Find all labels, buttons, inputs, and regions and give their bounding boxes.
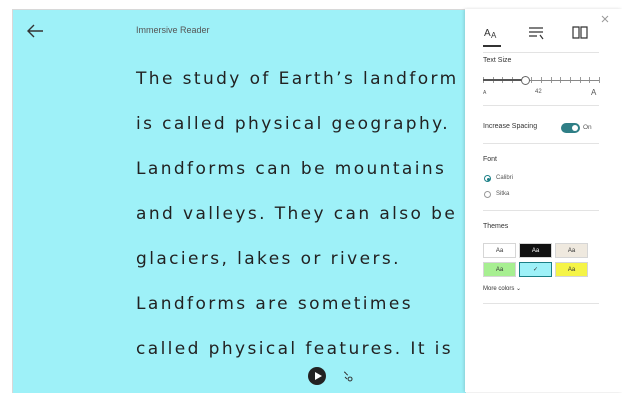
theme-swatch[interactable]: Aa [555, 243, 588, 258]
reader-title: Immersive Reader [136, 25, 210, 35]
text-line: Landforms are sometimes [136, 294, 413, 314]
text-line: is called physical geography. [136, 114, 450, 134]
slider-thumb[interactable] [520, 76, 530, 85]
voice-settings-icon[interactable] [341, 369, 355, 383]
divider [483, 105, 599, 106]
font-option-sitka[interactable]: Sitka [496, 191, 509, 197]
text-line: and valleys. They can also be [136, 204, 458, 224]
theme-swatch[interactable]: Aa [483, 262, 516, 277]
play-button[interactable] [308, 367, 326, 385]
reading-preferences-icon[interactable] [571, 23, 589, 43]
theme-swatch[interactable]: Aa [555, 262, 588, 277]
small-text-size-label: A [483, 90, 487, 96]
grammar-options-icon[interactable] [528, 23, 546, 43]
increase-spacing-label: Increase Spacing [483, 123, 538, 130]
text-line: called physical features. It is [136, 339, 454, 359]
close-icon[interactable] [600, 14, 610, 24]
settings-tabs: AA [483, 23, 593, 49]
text-size-value: 42 [535, 89, 542, 95]
text-line: glaciers, lakes or rivers. [136, 249, 401, 269]
divider [483, 303, 599, 304]
text-size-label: Text Size [483, 57, 512, 64]
large-text-size-label: A [591, 88, 597, 97]
svg-text:A: A [484, 28, 491, 39]
divider [483, 52, 599, 53]
theme-swatch[interactable]: Aa [519, 243, 552, 258]
playback-bar [308, 367, 368, 387]
slider-tick [599, 77, 600, 83]
more-colors-link[interactable]: More colors ⌄ [483, 285, 521, 292]
slider-fill [483, 79, 525, 81]
theme-swatch-selected[interactable]: ✓ [519, 262, 552, 277]
text-preferences-icon[interactable]: AA [483, 23, 501, 47]
text-line: Landforms can be mountains [136, 159, 447, 179]
svg-text:A: A [491, 31, 497, 40]
font-label: Font [483, 156, 498, 163]
text-line: The study of Earth’s landform [136, 69, 459, 89]
more-colors-label: More colors [483, 286, 515, 292]
reader-text: The study of Earth’s landform is called … [136, 65, 459, 380]
settings-panel: AA Text Size A 42 A Increase Spacing On … [465, 9, 622, 392]
increase-spacing-toggle[interactable] [561, 123, 580, 133]
theme-swatch[interactable]: Aa [483, 243, 516, 258]
themes-label: Themes [483, 223, 509, 230]
divider [483, 210, 599, 211]
back-arrow-icon[interactable] [26, 23, 44, 39]
font-sitka-radio[interactable] [484, 191, 491, 198]
spacing-state: On [583, 124, 592, 131]
font-option-calibri[interactable]: Calibri [496, 175, 513, 181]
font-calibri-radio[interactable] [484, 175, 491, 182]
reader-pane: Immersive Reader The study of Earth’s la… [12, 9, 466, 393]
divider [483, 143, 599, 144]
chevron-down-icon: ⌄ [516, 286, 522, 292]
text-size-slider[interactable] [483, 76, 600, 85]
theme-grid: Aa Aa Aa Aa ✓ Aa [483, 243, 589, 278]
